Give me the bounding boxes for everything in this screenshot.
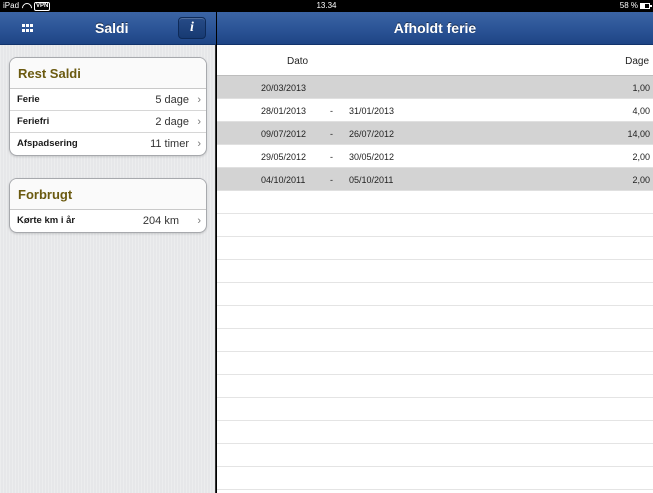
chevron-right-icon: › <box>197 138 201 150</box>
column-header-days: Dage <box>625 56 649 67</box>
empty-table-lines <box>217 191 653 493</box>
cell-dash: - <box>330 152 333 162</box>
cell-days: 2,00 <box>632 175 650 185</box>
table-row[interactable]: 28/01/2013 - 31/01/2013 4,00 <box>217 99 653 122</box>
saldo-row-feriefri[interactable]: Feriefri 2 dage › <box>10 111 206 133</box>
cell-to-date: 30/05/2012 <box>349 152 395 162</box>
cell-days: 14,00 <box>627 129 650 139</box>
column-header-date: Dato <box>287 56 309 67</box>
saldo-row-ferie[interactable]: Ferie 5 dage › <box>10 89 206 111</box>
cell-dash: - <box>330 175 333 185</box>
cell-from-date: 04/10/2011 <box>261 175 306 185</box>
cell-days: 4,00 <box>632 106 650 116</box>
cell-days: 1,00 <box>632 83 650 93</box>
cell-to-date: 31/01/2013 <box>349 106 395 116</box>
table-row[interactable]: 04/10/2011 - 05/10/2011 2,00 <box>217 168 653 191</box>
forbrugt-card: Forbrugt Kørte km i år 204 km › <box>9 178 207 233</box>
row-value: 5 dage <box>155 94 189 106</box>
row-label: Ferie <box>17 94 40 105</box>
info-button[interactable]: i <box>178 17 206 39</box>
rest-saldi-header: Rest Saldi <box>10 58 206 89</box>
table-row[interactable]: 09/07/2012 - 26/07/2012 14,00 <box>217 122 653 145</box>
table-row[interactable]: 29/05/2012 - 30/05/2012 2,00 <box>217 145 653 168</box>
master-pane: Saldi i Rest Saldi Ferie 5 dage › Ferief… <box>0 12 216 493</box>
row-label: Afspadsering <box>17 138 78 149</box>
cell-from-date: 09/07/2012 <box>261 129 307 139</box>
table-row[interactable]: 20/03/2013 1,00 <box>217 76 653 99</box>
detail-pane: Afholdt ferie Dato Dage 20/03/2013 1,00 … <box>217 12 653 493</box>
cell-dash: - <box>330 129 333 139</box>
status-bar: iPad VPN 13.34 58 % <box>0 0 653 12</box>
row-value: 204 km <box>142 215 179 227</box>
row-value: 2 dage <box>155 116 189 128</box>
detail-title: Afholdt ferie <box>393 20 477 36</box>
chevron-right-icon: › <box>197 215 201 227</box>
status-right: 58 % <box>619 0 652 12</box>
cell-from-date: 20/03/2013 <box>261 83 307 93</box>
forbrugt-header: Forbrugt <box>10 179 206 210</box>
info-icon: i <box>190 20 194 35</box>
cell-from-date: 29/05/2012 <box>261 152 307 162</box>
chevron-right-icon: › <box>197 116 201 128</box>
cell-dash: - <box>330 106 333 116</box>
vacation-table: 20/03/2013 1,00 28/01/2013 - 31/01/2013 … <box>217 76 653 191</box>
status-time: 13.34 <box>316 1 337 10</box>
grid-menu-icon[interactable] <box>22 24 33 33</box>
master-navbar: Saldi i <box>0 12 216 45</box>
row-value: 11 timer <box>150 138 189 150</box>
detail-navbar: Afholdt ferie <box>217 12 653 45</box>
table-header: Dato Dage <box>217 45 653 76</box>
cell-to-date: 26/07/2012 <box>349 129 395 139</box>
cell-days: 2,00 <box>632 152 650 162</box>
cell-from-date: 28/01/2013 <box>261 106 307 116</box>
battery-percent: 58 % <box>619 1 638 10</box>
chevron-right-icon: › <box>197 94 201 106</box>
row-label: Feriefri <box>17 116 50 127</box>
forbrugt-row-km[interactable]: Kørte km i år 204 km › <box>10 210 206 232</box>
master-title: Saldi <box>95 20 129 36</box>
saldo-row-afspadsering[interactable]: Afspadsering 11 timer › <box>10 133 206 155</box>
battery-icon <box>640 3 652 9</box>
cell-to-date: 05/10/2011 <box>349 175 394 185</box>
row-label: Kørte km i år <box>17 215 76 226</box>
rest-saldi-card: Rest Saldi Ferie 5 dage › Feriefri 2 dag… <box>9 57 207 156</box>
